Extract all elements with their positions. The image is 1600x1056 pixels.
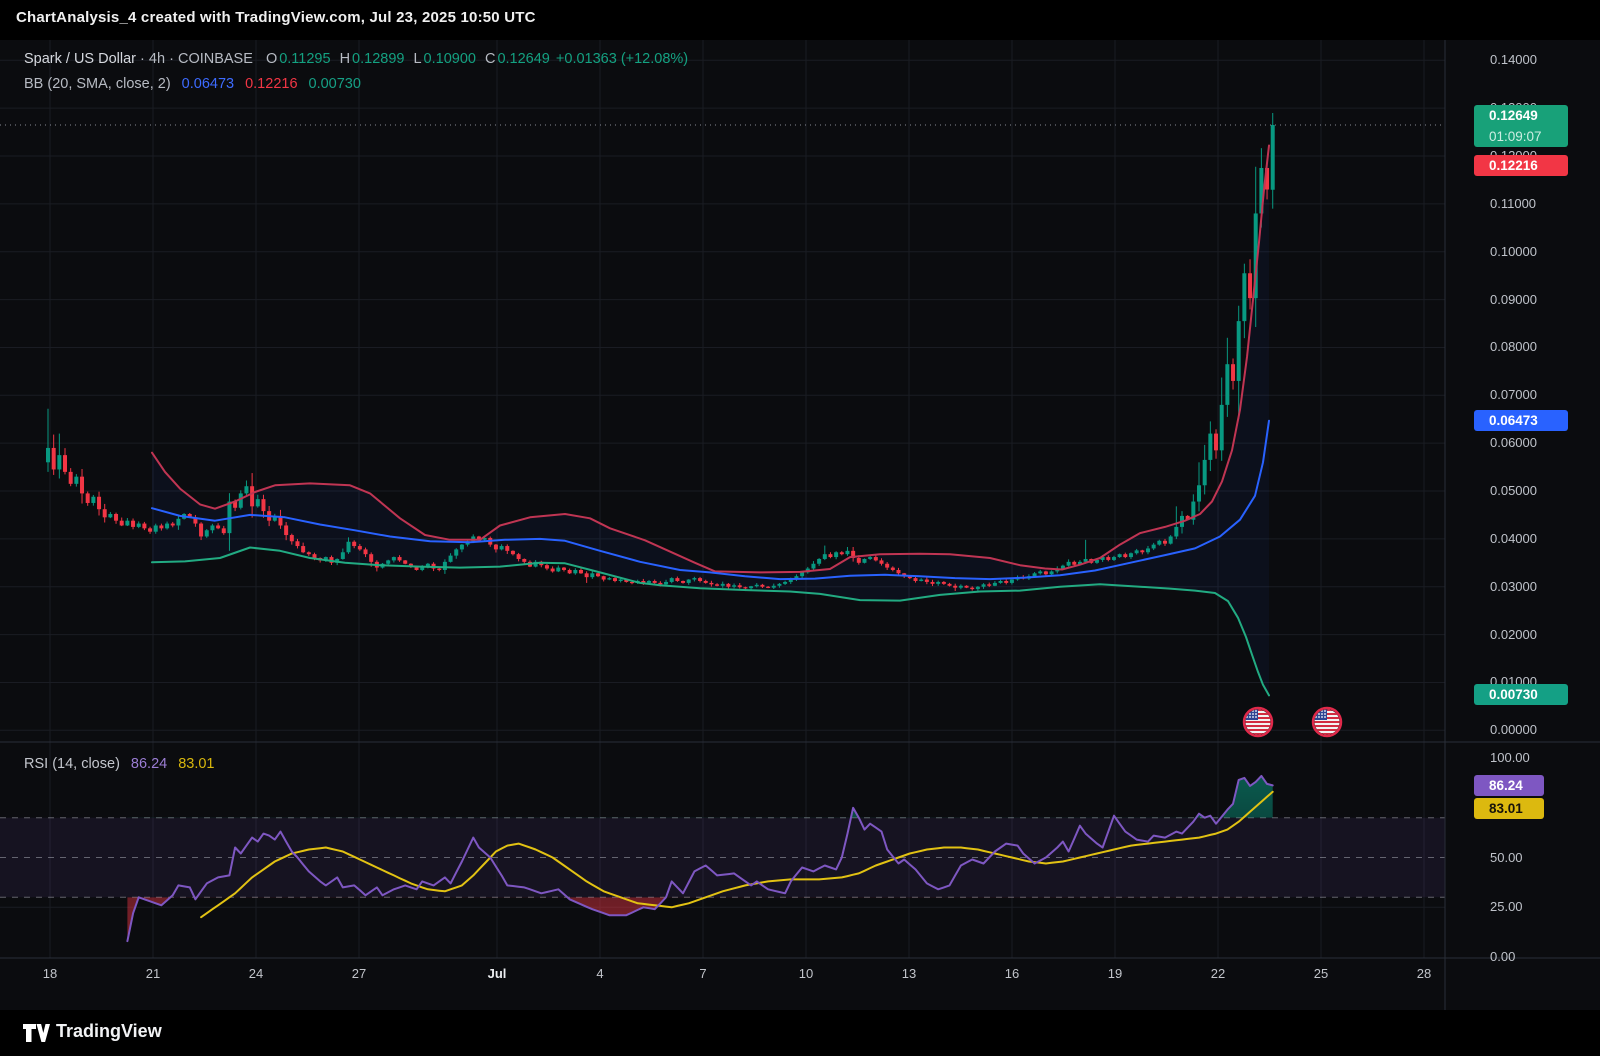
- time-axis-label: 28: [1404, 966, 1444, 981]
- rsi-indicator-values: 86.24 83.01: [120, 756, 215, 772]
- indicator-value: 86.24: [131, 756, 167, 772]
- rsi-indicator-name[interactable]: RSI (14, close): [24, 756, 120, 772]
- ohlc-key: C: [485, 51, 495, 67]
- price-axis-label: 0.00000: [1490, 722, 1537, 738]
- tradingview-wordmark[interactable]: TradingView: [56, 1021, 162, 1042]
- rsi-axis-label: 25.00: [1490, 899, 1523, 915]
- symbol-legend[interactable]: Spark / US Dollar · 4h · COINBASE O0.112…: [24, 51, 688, 67]
- rsi-badge: 86.24: [1474, 775, 1544, 796]
- bb-lower-badge: 0.00730: [1474, 684, 1568, 705]
- time-axis-label: 21: [133, 966, 173, 981]
- rsi-ma-badge: 83.01: [1474, 798, 1544, 819]
- us-flag-event-icon[interactable]: [1313, 708, 1341, 736]
- candlestick-series: [46, 113, 1275, 591]
- indicator-value: 0.00730: [309, 76, 361, 92]
- chart-canvas[interactable]: [0, 0, 1600, 1056]
- price-axis-label: 0.11000: [1490, 196, 1536, 212]
- last-price-badge: 0.12649 01:09:07: [1474, 105, 1568, 147]
- price-axis-label: 0.08000: [1490, 339, 1537, 355]
- interval-label[interactable]: 4h: [149, 51, 165, 67]
- bb-upper-badge: 0.12216: [1474, 155, 1568, 176]
- time-axis-label: Jul: [477, 966, 517, 981]
- ohlc-values: O0.11295 H0.12899 L0.10900 C0.12649: [257, 51, 550, 67]
- bottom-bar: TradingView: [0, 1010, 1600, 1056]
- bb-indicator-values: 0.06473 0.12216 0.00730: [171, 76, 361, 92]
- tradingview-logo-icon[interactable]: [22, 1021, 50, 1045]
- bb-indicator-legend[interactable]: BB (20, SMA, close, 2) 0.06473 0.12216 0.00…: [24, 76, 361, 92]
- price-axis-label: 0.06000: [1490, 435, 1537, 451]
- us-flag-event-icon[interactable]: [1244, 708, 1272, 736]
- ohlc-value: 0.12649: [497, 51, 549, 67]
- title-text: ChartAnalysis_4 created with TradingView…: [16, 9, 536, 26]
- price-axis-label: 0.03000: [1490, 579, 1537, 595]
- bar-countdown: 01:09:07: [1489, 126, 1568, 147]
- indicator-value: 83.01: [178, 756, 214, 772]
- time-axis-label: 22: [1198, 966, 1238, 981]
- price-axis-label: 0.05000: [1490, 483, 1537, 499]
- ohlc-key: O: [266, 51, 277, 67]
- ohlc-value: 0.10900: [424, 51, 476, 67]
- price-axis-label: 0.14000: [1490, 52, 1537, 68]
- time-axis-label: 10: [786, 966, 826, 981]
- indicator-value: 0.06473: [182, 76, 234, 92]
- time-axis-label: 16: [992, 966, 1032, 981]
- price-axis-label: 0.10000: [1490, 244, 1537, 260]
- time-axis-label: 18: [30, 966, 70, 981]
- ohlc-value: 0.11295: [279, 51, 330, 67]
- time-axis-label: 27: [339, 966, 379, 981]
- tradingview-chart-window: Spark / US Dollar · 4h · COINBASE O0.112…: [0, 0, 1600, 1056]
- ohlc-key: H: [340, 51, 350, 67]
- price-axis-label: 0.09000: [1490, 292, 1537, 308]
- price-axis-label: 0.07000: [1490, 387, 1537, 403]
- price-axis-label: 0.04000: [1490, 531, 1537, 547]
- change-value: +0.01363 (+12.08%): [556, 51, 688, 67]
- bb-fill-area: [152, 146, 1269, 696]
- exchange-label: COINBASE: [178, 51, 253, 67]
- symbol-title[interactable]: Spark / US Dollar: [24, 51, 136, 67]
- rsi-axis-label: 100.00: [1490, 750, 1530, 766]
- ohlc-value: 0.12899: [352, 51, 404, 67]
- bb-basis-badge: 0.06473: [1474, 410, 1568, 431]
- time-axis-label: 25: [1301, 966, 1341, 981]
- indicator-value: 0.12216: [245, 76, 297, 92]
- ohlc-key: L: [413, 51, 421, 67]
- rsi-indicator-legend[interactable]: RSI (14, close) 86.24 83.01: [24, 756, 215, 772]
- time-axis-label: 24: [236, 966, 276, 981]
- time-axis-label: 19: [1095, 966, 1135, 981]
- time-axis-label: 4: [580, 966, 620, 981]
- last-price-value: 0.12649: [1489, 105, 1568, 126]
- time-axis-label: 13: [889, 966, 929, 981]
- title-bar: ChartAnalysis_4 created with TradingView…: [0, 0, 1600, 40]
- time-axis-label: 7: [683, 966, 723, 981]
- rsi-axis-label: 0.00: [1490, 949, 1515, 965]
- price-axis-label: 0.02000: [1490, 627, 1537, 643]
- rsi-axis-label: 50.00: [1490, 850, 1523, 866]
- bb-indicator-name[interactable]: BB (20, SMA, close, 2): [24, 76, 171, 92]
